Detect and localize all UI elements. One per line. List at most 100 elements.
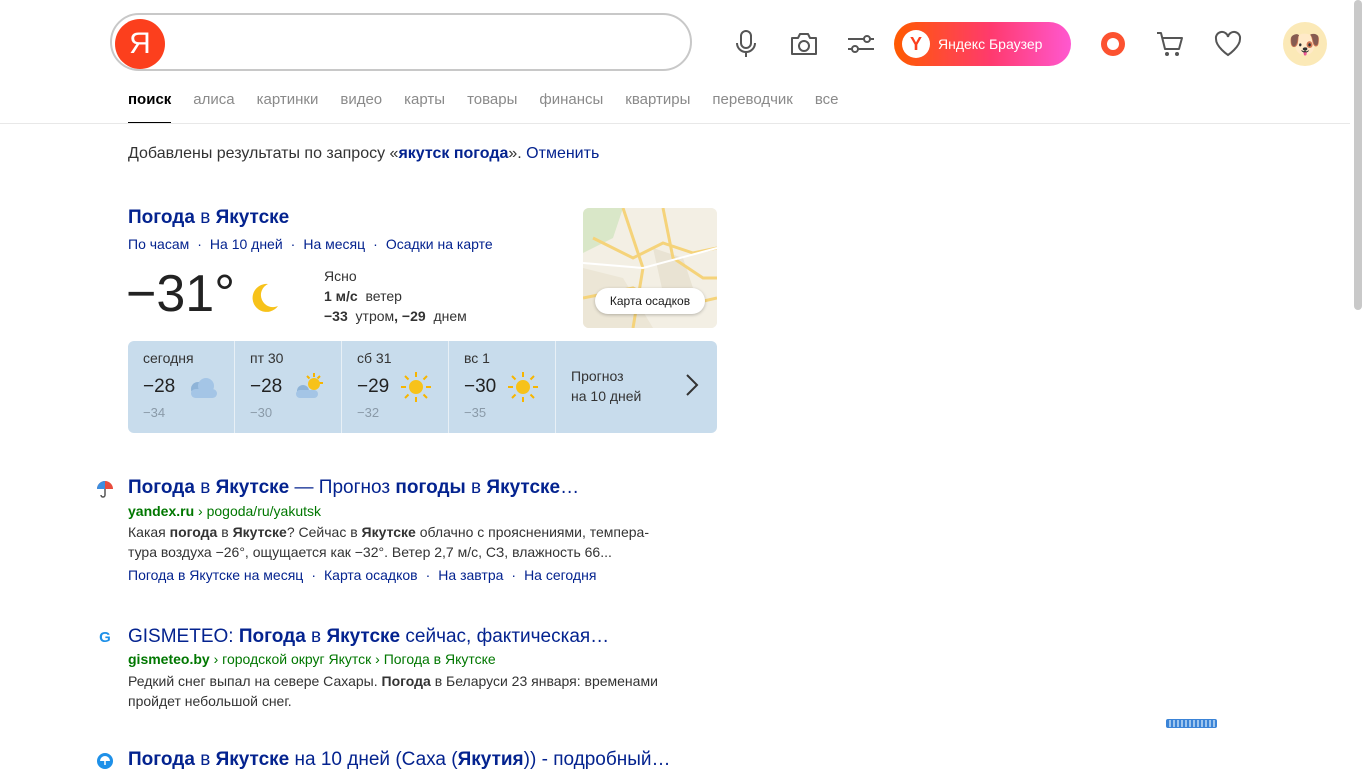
result-domain: gismeteo.by bbox=[128, 651, 210, 667]
partly-cloudy-icon bbox=[292, 371, 326, 403]
query-correction-notice: Добавлены результаты по запросу «якутск … bbox=[128, 145, 599, 163]
weather-link-precip-map[interactable]: Осадки на карте bbox=[386, 236, 493, 252]
weather-title-city: Якутске bbox=[215, 207, 290, 228]
weather-links: По часам · На 10 дней · На месяц · Осадки н… bbox=[128, 236, 493, 252]
morning-label: утром bbox=[355, 308, 395, 324]
cart-icon[interactable] bbox=[1152, 26, 1188, 62]
search-input[interactable] bbox=[110, 13, 692, 71]
current-temperature: −31° bbox=[126, 265, 236, 323]
tab-all[interactable]: все bbox=[815, 88, 839, 122]
separator-dot: · bbox=[311, 567, 316, 583]
result-title[interactable]: GISMETEO: Погода в Якутске сейчас, факти… bbox=[128, 626, 609, 648]
tab-maps[interactable]: карты bbox=[404, 88, 445, 122]
sitelink[interactable]: Карта осадков bbox=[324, 567, 418, 583]
morning-temp: −33 bbox=[324, 308, 348, 324]
forecast-10-days-button[interactable]: Прогноз на 10 дней bbox=[556, 341, 717, 433]
tab-images[interactable]: картинки bbox=[257, 88, 319, 122]
tab-search[interactable]: поиск bbox=[128, 88, 172, 124]
separator-dot: · bbox=[197, 236, 202, 252]
alice-icon[interactable] bbox=[1095, 26, 1131, 62]
weather-title-prep: в bbox=[194, 207, 216, 228]
forecast-day-high: −30 bbox=[464, 376, 497, 397]
forecast-day-label: сб 31 bbox=[357, 350, 392, 366]
tab-video[interactable]: видео bbox=[340, 88, 382, 122]
gismeteo-icon: G bbox=[99, 628, 111, 646]
cloudy-icon bbox=[185, 371, 219, 403]
yandex-browser-button[interactable]: Y Яндекс Браузер bbox=[894, 22, 1071, 66]
weather-link-10days[interactable]: На 10 дней bbox=[210, 236, 283, 252]
umbrella-icon bbox=[96, 752, 114, 770]
forecast-day-high: −28 bbox=[250, 376, 283, 397]
tab-finance[interactable]: финансы bbox=[539, 88, 603, 122]
forecast-day-label: сегодня bbox=[143, 350, 194, 366]
yandex-logo[interactable]: Я bbox=[115, 19, 165, 69]
browser-logo-icon: Y bbox=[902, 30, 930, 58]
result-path: › pogoda/ru/yakutsk bbox=[194, 503, 321, 519]
result-path: › городской округ Якутск › Погода в Якут… bbox=[209, 651, 496, 667]
day-temp: −29 bbox=[401, 308, 426, 324]
weather-link-hourly[interactable]: По часам bbox=[128, 236, 189, 252]
sun-icon bbox=[506, 371, 540, 403]
forecast-day[interactable]: сб 31 −29 −32 bbox=[342, 341, 449, 433]
tab-translate[interactable]: переводчик bbox=[712, 88, 792, 122]
day-label: днем bbox=[433, 308, 467, 324]
result-sitelinks: Погода в Якутске на месяц · Карта осадков… bbox=[128, 567, 596, 583]
weather-title[interactable]: Погода в Якутске bbox=[128, 207, 289, 229]
result-domain: yandex.ru bbox=[128, 503, 195, 519]
separator-dot: · bbox=[373, 236, 378, 252]
result-snippet: Редкий снег выпал на севере Сахары. Пого… bbox=[128, 673, 658, 709]
header-divider bbox=[0, 123, 1350, 124]
search-tabs: поиск алиса картинки видео карты товары … bbox=[128, 88, 839, 124]
notice-query[interactable]: якутск погода bbox=[398, 145, 508, 162]
weather-title-word: Погода bbox=[128, 207, 195, 228]
notice-suffix: ». bbox=[508, 145, 527, 162]
weather-link-month[interactable]: На месяц bbox=[303, 236, 365, 252]
weather-conditions: Ясно 1 м/с ветер −33 утром, −29 днем bbox=[324, 268, 467, 324]
avatar[interactable]: 🐶 bbox=[1283, 22, 1327, 66]
umbrella-icon bbox=[96, 480, 114, 498]
forecast-day-low: −30 bbox=[250, 405, 273, 420]
result-snippet: Какая погода в Якутске? Сейчас в Якутске… bbox=[128, 524, 650, 560]
forecast-day-high: −29 bbox=[357, 376, 390, 397]
separator-dot: · bbox=[290, 236, 296, 252]
separator-dot: · bbox=[511, 567, 517, 583]
tab-products[interactable]: товары bbox=[467, 88, 517, 122]
precipitation-map-button[interactable]: Карта осадков bbox=[595, 288, 705, 314]
forecast-strip: сегодня −28 −34 пт 30 −28 −30 сб 31 −29 … bbox=[128, 341, 717, 433]
cancel-link[interactable]: Отменить bbox=[526, 145, 599, 162]
forecast-link-line2: на 10 дней bbox=[571, 388, 642, 404]
forecast-day-low: −35 bbox=[464, 405, 487, 420]
separator-dot: · bbox=[425, 567, 431, 583]
forecast-day-label: вс 1 bbox=[464, 350, 490, 366]
result-url[interactable]: gismeteo.by › городской округ Якутск › П… bbox=[128, 651, 496, 667]
sitelink[interactable]: На сегодня bbox=[524, 567, 596, 583]
tab-realty[interactable]: квартиры bbox=[625, 88, 690, 122]
condition-text: Ясно bbox=[324, 268, 357, 284]
forecast-link-line1: Прогноз bbox=[571, 368, 624, 384]
result-title[interactable]: Погода в Якутске — Прогноз погоды в Якут… bbox=[128, 477, 579, 499]
forecast-day-label: пт 30 bbox=[250, 350, 284, 366]
wind-value: 1 м/с bbox=[324, 288, 358, 304]
sun-icon bbox=[399, 371, 433, 403]
chevron-right-icon bbox=[685, 373, 699, 402]
wind-label: ветер bbox=[365, 288, 402, 304]
sitelink[interactable]: Погода в Якутске на месяц bbox=[128, 567, 303, 583]
filter-icon[interactable] bbox=[843, 26, 879, 62]
tab-alice[interactable]: алиса bbox=[193, 88, 234, 122]
browser-button-label: Яндекс Браузер bbox=[938, 36, 1043, 52]
forecast-day[interactable]: вс 1 −30 −35 bbox=[449, 341, 556, 433]
sitelink[interactable]: На завтра bbox=[438, 567, 503, 583]
loading-indicator bbox=[1166, 719, 1217, 728]
scrollbar[interactable] bbox=[1354, 0, 1362, 310]
result-url[interactable]: yandex.ru › pogoda/ru/yakutsk bbox=[128, 503, 321, 519]
microphone-icon[interactable] bbox=[728, 26, 764, 62]
heart-icon[interactable] bbox=[1210, 26, 1246, 62]
forecast-day-low: −34 bbox=[143, 405, 166, 420]
forecast-day[interactable]: пт 30 −28 −30 bbox=[235, 341, 342, 433]
notice-prefix: Добавлены результаты по запросу « bbox=[128, 145, 399, 162]
forecast-day[interactable]: сегодня −28 −34 bbox=[128, 341, 235, 433]
camera-icon[interactable] bbox=[786, 26, 822, 62]
moon-icon bbox=[246, 280, 282, 321]
forecast-day-high: −28 bbox=[143, 376, 176, 397]
forecast-day-low: −32 bbox=[357, 405, 380, 420]
